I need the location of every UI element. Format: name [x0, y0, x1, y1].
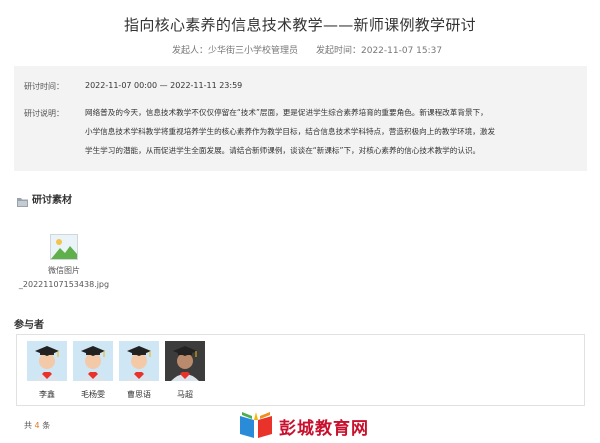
desc-label: 研讨说明： [24, 109, 64, 118]
page-title: 指向核心素养的信息技术教学——新师课例教学研讨 [124, 16, 476, 34]
watermark-logo: 彭城教育网 [236, 408, 376, 440]
participant-name[interactable]: 毛杨雯 [73, 389, 113, 400]
participants-title: 参与者 [14, 320, 44, 331]
time-value: 2022-11-07 00:00 — 2022-11-11 23:59 [85, 81, 243, 90]
initiator-label: 发起人：少华街三小学校管理员 [172, 46, 299, 56]
avatar[interactable] [119, 341, 159, 385]
participant-name[interactable]: 曹思语 [119, 389, 159, 400]
folder-icon [17, 192, 28, 211]
total-count: 共 4 条 [24, 420, 50, 431]
total-number: 4 [34, 421, 40, 430]
image-file-icon[interactable] [50, 234, 78, 260]
total-suffix: 条 [42, 421, 51, 430]
participant-name[interactable]: 李鑫 [27, 389, 67, 400]
participant-card[interactable]: 李鑫 [27, 341, 67, 400]
desc-line: 网络普及的今天，信息技术教学不仅仅停留在“技术”层面，更是促进学生综合素养培育的… [85, 108, 488, 117]
materials-title: 研讨素材 [32, 195, 72, 206]
participant-card[interactable]: 毛杨雯 [73, 341, 113, 400]
initiated-time-label: 发起时间：2022-11-07 15:37 [316, 46, 443, 56]
avatar[interactable] [165, 341, 205, 385]
avatar[interactable] [27, 341, 67, 385]
file-name[interactable]: 微信图片 _20221107153438.jpg [14, 264, 114, 292]
watermark-text: 彭城教育网 [279, 419, 369, 439]
desc-line: 小学信息技术学科教学将重视培养学生的核心素养作为教学目标，结合信息技术学科特点，… [85, 127, 496, 136]
desc-text: 网络普及的今天，信息技术教学不仅仅停留在“技术”层面，更是促进学生综合素养培育的… [85, 108, 555, 160]
file-name-line[interactable]: 微信图片 [14, 264, 114, 278]
participant-card[interactable]: 曹思语 [119, 341, 159, 400]
total-prefix: 共 [24, 421, 32, 430]
desc-line: 学生学习的潜能，从而促进学生全面发展。请结合新师课例，谈谈在“新课标”下，对核心… [85, 146, 481, 155]
file-name-line[interactable]: _20221107153438.jpg [14, 278, 114, 292]
avatar[interactable] [73, 341, 113, 385]
participant-card[interactable]: 马超 [165, 341, 205, 400]
participant-name[interactable]: 马超 [165, 389, 205, 400]
time-label: 研讨时间： [24, 82, 64, 91]
participants-box: 李鑫 毛杨雯 曹思语 马超 [16, 334, 585, 406]
